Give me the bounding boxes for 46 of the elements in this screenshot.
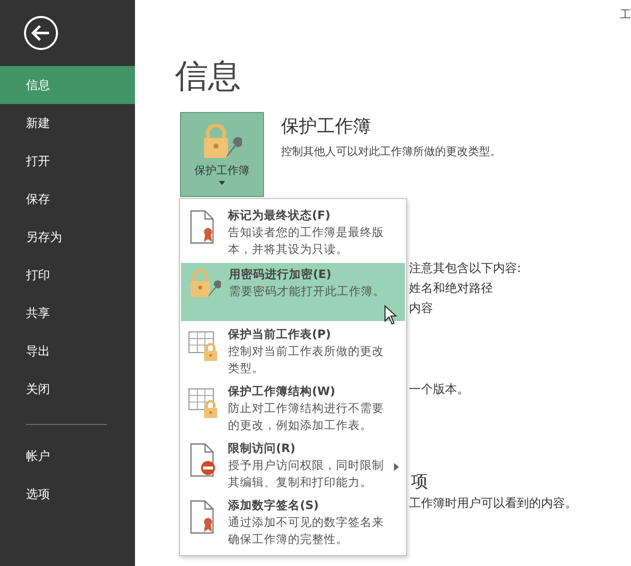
menu-item-description: 控制对当前工作表所做的更改类型。 <box>228 343 385 377</box>
menu-item-description: 需要密码才能打开此工作簿。 <box>229 283 386 300</box>
menu-item[interactable]: 标记为最终状态(F) 告知读者您的工作簿是最终版本，并将其设为只读。 <box>180 204 406 261</box>
lock-key-icon <box>189 269 221 300</box>
sidebar-item[interactable]: 打开 <box>0 142 135 180</box>
menu-item[interactable]: 添加数字签名(S) 通过添加不可见的数字签名来确保工作簿的完整性。 <box>180 494 406 551</box>
section-heading: 保护工作簿 <box>281 115 372 138</box>
protect-workbook-button[interactable]: 保护工作簿 <box>180 112 264 197</box>
section-description: 控制其他人可以对此工作簿所做的更改类型。 <box>281 144 501 159</box>
sidebar-item[interactable]: 导出 <box>0 332 135 370</box>
menu-item[interactable]: 保护工作簿结构(W) 防止对工作簿结构进行不需要的更改，例如添加工作表。 <box>180 380 406 437</box>
menu-item-title: 标记为最终状态(F) <box>228 207 332 224</box>
grid-lock-icon <box>188 386 220 420</box>
menu-item-description: 告知读者您的工作簿是最终版本，并将其设为只读。 <box>228 224 385 258</box>
sidebar-item[interactable]: 打印 <box>0 256 135 294</box>
info-text: 姓名和绝对路径 <box>409 280 494 297</box>
page-title: 信息 <box>175 56 242 96</box>
sidebar-item[interactable]: 新建 <box>0 104 135 142</box>
info-text: 工作簿时用户可以看到的内容。 <box>409 495 578 512</box>
sidebar-item[interactable]: 信息 <box>0 66 135 104</box>
menu-item[interactable]: 保护当前工作表(P) 控制对当前工作表所做的更改类型。 <box>180 323 406 380</box>
lock-key-icon <box>202 124 242 160</box>
menu-item[interactable]: 用密码进行加密(E) 需要密码才能打开此工作簿。 <box>181 263 405 321</box>
sidebar-item[interactable]: 帐户 <box>0 437 135 475</box>
menu-item-title: 限制访问(R) <box>228 440 296 457</box>
menu-item[interactable]: 限制访问(R) 授予用户访问权限，同时限制其编辑、复制和打印能力。 <box>180 437 406 494</box>
sidebar-item[interactable]: 保存 <box>0 180 135 218</box>
window-title: 工 <box>620 7 631 22</box>
sidebar-item[interactable]: 共享 <box>0 294 135 332</box>
grid-lock-icon <box>188 329 220 363</box>
menu-item-description: 通过添加不可见的数字签名来确保工作簿的完整性。 <box>228 514 385 548</box>
menu-item-title: 用密码进行加密(E) <box>229 266 332 283</box>
menu-item-title: 保护当前工作表(P) <box>228 326 332 343</box>
sidebar-item[interactable]: 另存为 <box>0 218 135 256</box>
menu-item-title: 保护工作簿结构(W) <box>228 383 336 400</box>
mouse-cursor-icon <box>384 305 397 325</box>
info-text: 内容 <box>409 300 434 317</box>
menu-item-description: 防止对工作簿结构进行不需要的更改，例如添加工作表。 <box>228 400 385 434</box>
menu-item-description: 授予用户访问权限，同时限制其编辑、复制和打印能力。 <box>228 457 385 491</box>
menu-item-title: 添加数字签名(S) <box>228 497 320 514</box>
dropdown-caret-icon <box>219 181 225 185</box>
info-text: 项 <box>411 471 429 493</box>
sidebar-item[interactable]: 关闭 <box>0 370 135 408</box>
info-text: 一个版本。 <box>409 381 470 398</box>
info-text: 注意其包含以下内容: <box>409 260 522 277</box>
sidebar-item[interactable]: 选项 <box>0 475 135 513</box>
